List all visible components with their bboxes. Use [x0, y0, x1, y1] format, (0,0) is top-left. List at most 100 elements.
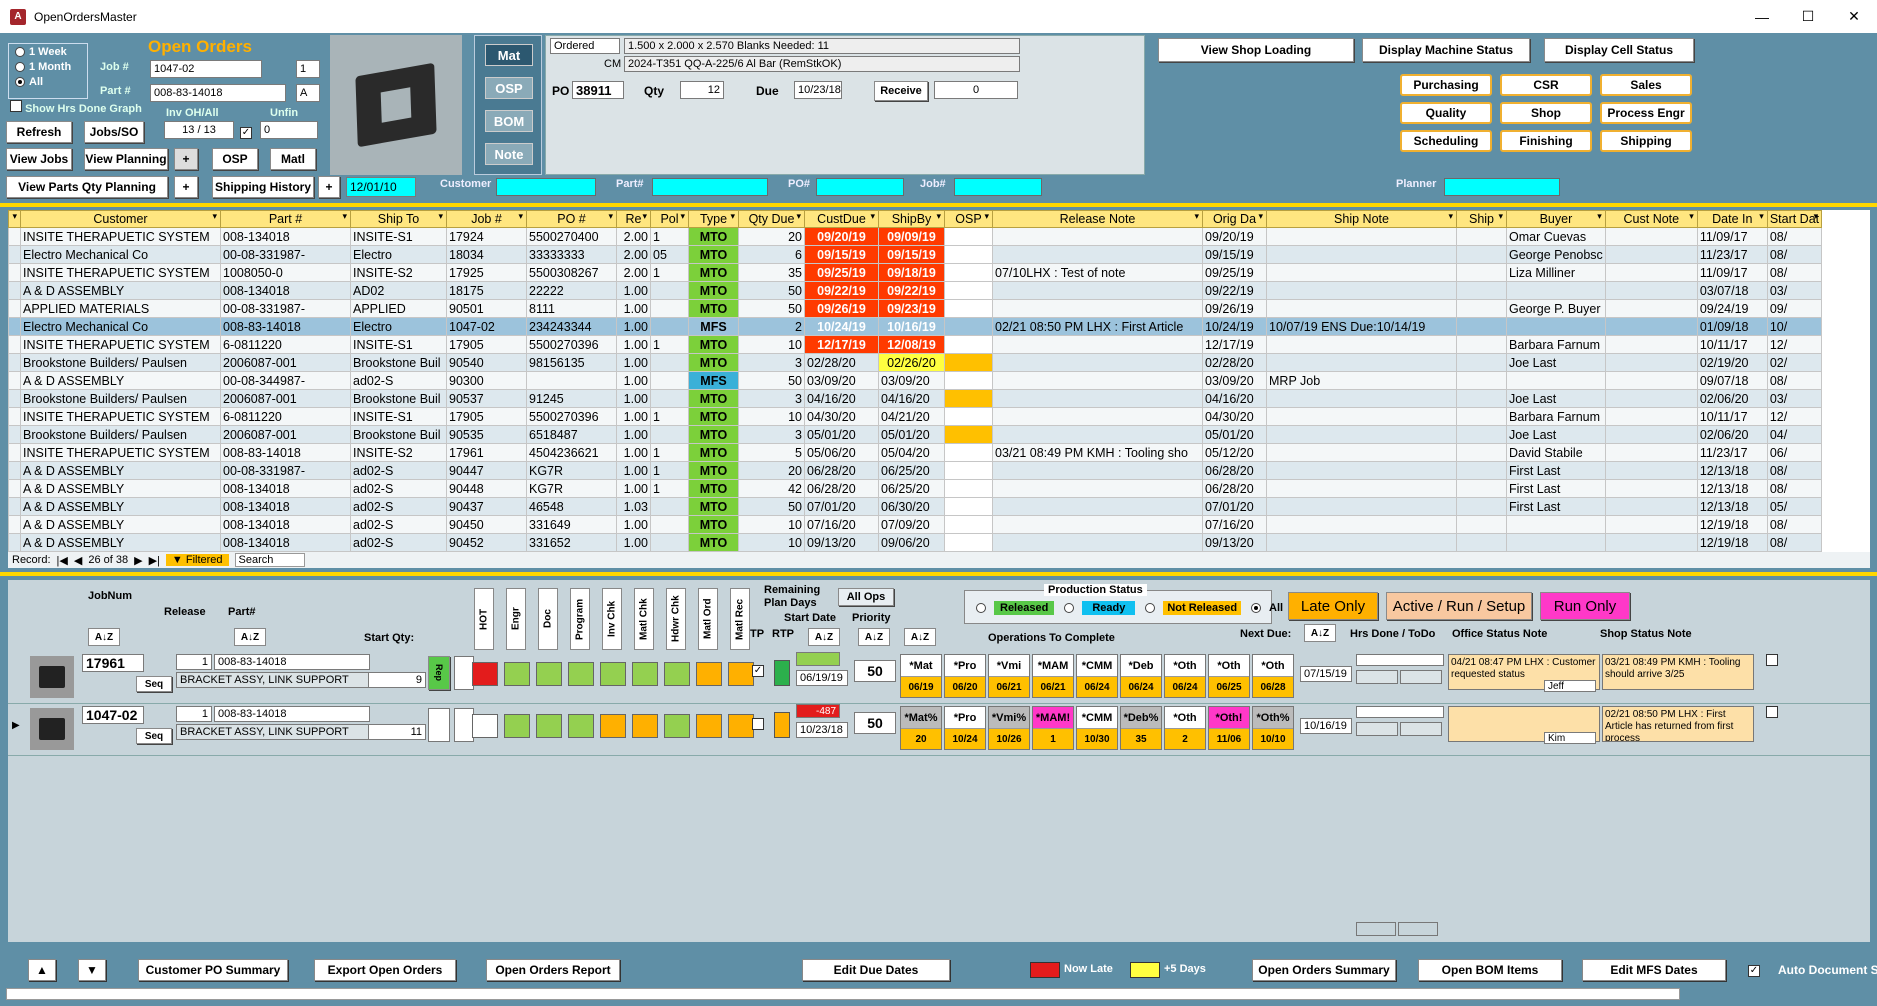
operation-cell[interactable]: *Oth 2	[1164, 706, 1206, 750]
check-status-square[interactable]	[472, 714, 498, 738]
check-status-square[interactable]	[728, 714, 754, 738]
parts-qty-plus-button[interactable]: +	[174, 176, 198, 198]
column-header[interactable]: Ship	[1456, 210, 1507, 228]
table-row[interactable]: INSITE THERAPUETIC SYSTEM 008-134018 INSIT…	[8, 227, 1823, 246]
column-header[interactable]: Date In	[1696, 210, 1768, 228]
jobnum-filter-input[interactable]	[954, 178, 1042, 196]
shipping-history-button[interactable]: Shipping History	[212, 176, 314, 198]
part-input[interactable]: 008-83-14018	[150, 84, 286, 102]
check-status-square[interactable]	[632, 714, 658, 738]
operation-cell[interactable]: *Pro 06/20	[944, 654, 986, 698]
dept-csr-button[interactable]: CSR	[1500, 74, 1592, 96]
rep-button[interactable]: Rep	[428, 656, 450, 690]
column-header[interactable]: CustDue	[804, 210, 879, 228]
check-status-square[interactable]	[568, 714, 594, 738]
dept-shop-button[interactable]: Shop	[1500, 102, 1592, 124]
all-ops-button[interactable]: All Ops	[838, 588, 894, 606]
table-row[interactable]: INSITE THERAPUETIC SYSTEM 6-0811220 INSITE…	[8, 407, 1823, 426]
part-suffix-input[interactable]: A	[296, 84, 320, 102]
open-bom-items-button[interactable]: Open BOM Items	[1418, 959, 1562, 981]
radio-icon[interactable]	[976, 603, 986, 613]
column-header[interactable]: Start Dat	[1766, 210, 1823, 228]
dept-scheduling-button[interactable]: Scheduling	[1400, 130, 1492, 152]
radio-icon[interactable]	[15, 46, 25, 57]
column-header[interactable]: Orig Da	[1202, 210, 1267, 228]
ponum-filter-input[interactable]	[816, 178, 904, 196]
all-option[interactable]: All	[1269, 602, 1283, 614]
customer-filter-select[interactable]	[496, 178, 596, 196]
job-input[interactable]: 1047-02	[150, 60, 262, 78]
operation-cell[interactable]: *Vmi% 10/26	[988, 706, 1030, 750]
jobs-so-button[interactable]: Jobs/SO	[84, 121, 144, 143]
operation-cell[interactable]: *Oth! 11/06	[1208, 706, 1250, 750]
operation-cell[interactable]: *CMM 10/30	[1076, 706, 1118, 750]
last-record-icon[interactable]: ▶|	[149, 554, 160, 567]
sort-start-icon[interactable]: A↓Z	[808, 628, 840, 646]
check-status-square[interactable]	[536, 714, 562, 738]
column-header[interactable]: Re	[616, 210, 651, 228]
not-released-option[interactable]: Not Released	[1163, 601, 1242, 615]
row-selector[interactable]	[8, 281, 21, 300]
column-header[interactable]: Ship To	[350, 210, 447, 228]
view-planning-plus-button[interactable]: +	[174, 148, 198, 170]
display-cell-status-button[interactable]: Display Cell Status	[1544, 38, 1694, 62]
row-selector[interactable]	[8, 389, 21, 408]
row-selector[interactable]	[8, 245, 21, 264]
table-row[interactable]: A & D ASSEMBLY 00-08-331987- ad02-S 90447 KG…	[8, 461, 1823, 480]
tp-checkbox-icon[interactable]: ✓	[752, 665, 764, 677]
show-hrs-checkbox[interactable]: Show Hrs Done Graph	[10, 100, 142, 115]
sort-part-icon[interactable]: A↓Z	[234, 628, 266, 646]
radio-icon[interactable]	[15, 61, 25, 72]
row-selector[interactable]	[8, 317, 21, 336]
horizontal-scrollbar[interactable]	[6, 988, 1680, 1000]
dept-sales-button[interactable]: Sales	[1600, 74, 1692, 96]
export-open-orders-button[interactable]: Export Open Orders	[314, 959, 456, 981]
radio-icon[interactable]	[1145, 603, 1156, 613]
customer-po-summary-button[interactable]: Customer PO Summary	[138, 959, 288, 981]
partnum-filter-select[interactable]	[652, 178, 768, 196]
table-row[interactable]: Brookstone Builders/ Paulsen 2006087-001 B…	[8, 353, 1823, 372]
table-row[interactable]: APPLIED MATERIALS 00-08-331987- APPLIED 905…	[8, 299, 1823, 318]
tab-osp[interactable]: OSP	[485, 77, 533, 99]
edit-mfs-dates-button[interactable]: Edit MFS Dates	[1582, 959, 1726, 981]
column-header[interactable]: PO #	[526, 210, 617, 228]
check-status-square[interactable]	[536, 662, 562, 686]
row-selector[interactable]	[8, 425, 21, 444]
next-record-icon[interactable]: ▶	[134, 554, 142, 567]
check-status-square[interactable]	[504, 662, 530, 686]
view-parts-qty-button[interactable]: View Parts Qty Planning	[6, 176, 168, 198]
sort-ops-icon[interactable]: A↓Z	[904, 628, 936, 646]
operation-cell[interactable]: *Pro 10/24	[944, 706, 986, 750]
operation-cell[interactable]: *Oth 06/28	[1252, 654, 1294, 698]
dept-quality-button[interactable]: Quality	[1400, 102, 1492, 124]
row-selector[interactable]	[8, 263, 21, 282]
radio-icon[interactable]	[1064, 603, 1075, 613]
shop-status-note[interactable]: 03/21 08:49 PM KMH : Tooling should arri…	[1602, 654, 1754, 690]
operation-cell[interactable]: *MAM 06/21	[1032, 654, 1074, 698]
column-header[interactable]: Pol	[650, 210, 689, 228]
check-status-square[interactable]	[504, 714, 530, 738]
receive-button[interactable]: Receive	[874, 81, 928, 101]
table-row[interactable]: A & D ASSEMBLY 008-134018 ad02-S 90450 33164…	[8, 515, 1823, 534]
view-jobs-button[interactable]: View Jobs	[6, 148, 72, 170]
table-row[interactable]: Brookstone Builders/ Paulsen 2006087-001 B…	[8, 425, 1823, 444]
row-selector[interactable]	[8, 299, 21, 318]
seq-button[interactable]: Seq	[136, 676, 172, 692]
row-selector[interactable]	[8, 461, 21, 480]
filter-icon[interactable]: ▼ Filtered	[165, 554, 229, 566]
tab-note[interactable]: Note	[485, 143, 533, 165]
table-row[interactable]: A & D ASSEMBLY 008-134018 ad02-S 90448 KG7R 1…	[8, 479, 1823, 498]
operation-cell[interactable]: *Deb 06/24	[1120, 654, 1162, 698]
check-status-square[interactable]	[696, 662, 722, 686]
check-status-square[interactable]	[600, 714, 626, 738]
close-icon[interactable]: ✕	[1831, 0, 1877, 33]
job-number[interactable]: 1047-02	[82, 706, 144, 724]
checkbox-icon[interactable]	[10, 100, 22, 112]
display-machine-status-button[interactable]: Display Machine Status	[1362, 38, 1530, 62]
column-header[interactable]: Qty Due	[738, 210, 805, 228]
column-header[interactable]: Release Note	[992, 210, 1203, 228]
date-input[interactable]: 12/01/10	[346, 177, 416, 197]
shop-status-note[interactable]: 02/21 08:50 PM LHX : First Article has r…	[1602, 706, 1754, 742]
job-number[interactable]: 17961	[82, 654, 144, 672]
column-header[interactable]: Buyer	[1506, 210, 1606, 228]
